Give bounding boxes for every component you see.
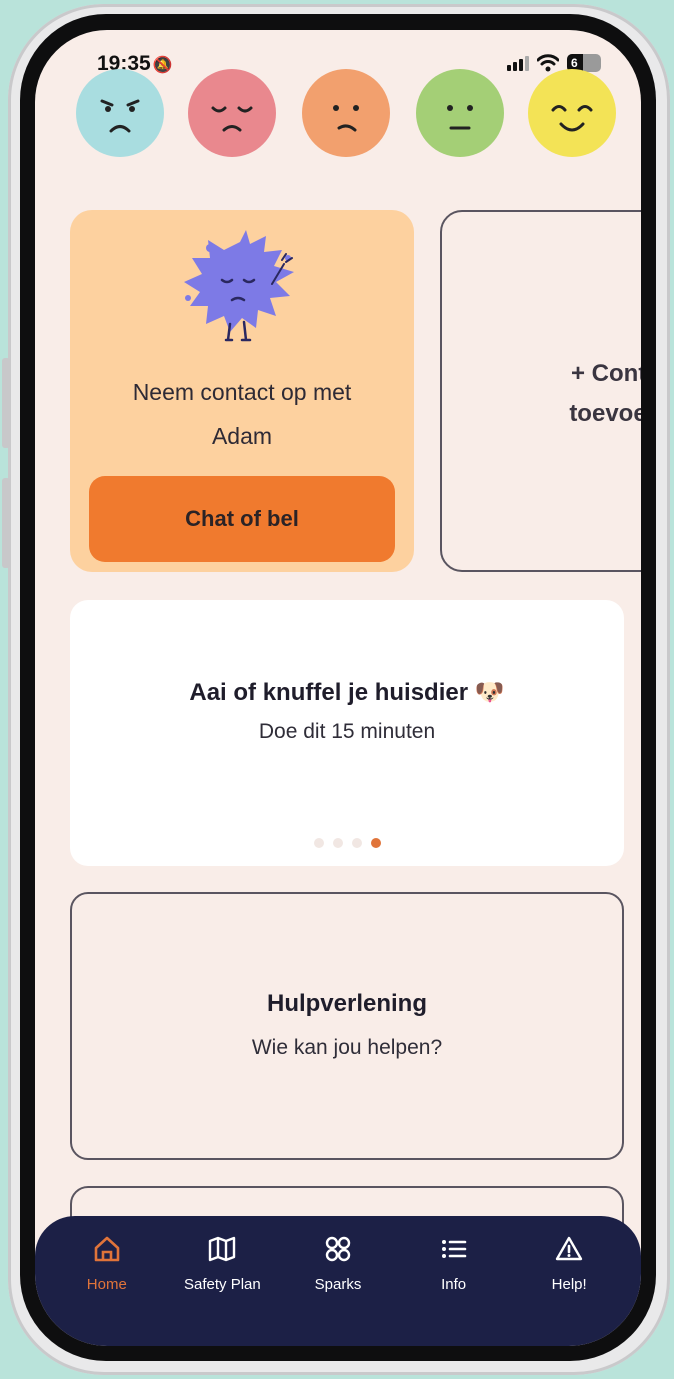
nav-safety-plan-label: Safety Plan xyxy=(184,1276,261,1293)
warning-icon xyxy=(555,1236,583,1261)
spark-card[interactable]: Aai of knuffel je huisdier 🐶 Doe dit 15 … xyxy=(70,600,624,866)
mood-neutral[interactable] xyxy=(415,68,505,158)
add-contact-line1: + Contac xyxy=(570,360,641,387)
mood-worried[interactable] xyxy=(301,68,391,158)
nav-safety-plan[interactable]: Safety Plan xyxy=(167,1234,277,1346)
volume-down-button xyxy=(2,478,10,568)
contact-prompt: Neem contact op met Adam xyxy=(70,370,414,458)
mood-face-bg xyxy=(76,69,164,157)
carousel-dot[interactable] xyxy=(332,838,343,848)
nav-sparks-label: Sparks xyxy=(314,1276,362,1293)
carousel-dot[interactable] xyxy=(370,838,381,848)
nav-sparks[interactable]: Sparks xyxy=(283,1234,393,1346)
spark-subtitle: Doe dit 15 minuten xyxy=(258,720,436,743)
help-card-subtitle: Wie kan jou helpen? xyxy=(251,1036,443,1059)
home-icon xyxy=(94,1236,120,1262)
signal-icon xyxy=(507,55,529,71)
nav-home-label: Home xyxy=(86,1276,127,1293)
carousel-dots[interactable] xyxy=(70,838,624,848)
chat-or-call-label: Chat of bel xyxy=(185,506,299,531)
contact-name: Adam xyxy=(211,423,273,449)
list-icon xyxy=(441,1240,466,1258)
nav-info-label: Info xyxy=(441,1276,467,1293)
monster-illustration xyxy=(184,230,294,342)
app-screen: 19:35 🔕 6 Neem contact op met Adam Chat … xyxy=(35,30,641,1346)
mood-happy[interactable] xyxy=(527,68,617,158)
chat-or-call-button[interactable]: Chat of bel xyxy=(89,476,395,562)
grid-icon xyxy=(325,1236,351,1262)
carousel-dot[interactable] xyxy=(313,838,324,848)
add-contact-line2: toevoege xyxy=(569,400,641,427)
nav-home[interactable]: Home xyxy=(52,1234,162,1346)
spark-title: Aai of knuffel je huisdier 🐶 xyxy=(70,678,624,707)
map-icon xyxy=(209,1236,236,1262)
mood-very-upset[interactable] xyxy=(75,68,165,158)
dog-icon: 🐶 xyxy=(474,679,505,706)
contact-card: Neem contact op met Adam Chat of bel xyxy=(70,210,414,572)
carousel-dot[interactable] xyxy=(351,838,362,848)
contact-prompt-text: Neem contact op met xyxy=(132,379,352,405)
add-contact-card[interactable]: + Contac toevoege xyxy=(440,210,641,572)
help-providers-card[interactable]: Hulpverlening Wie kan jou helpen? xyxy=(70,892,624,1160)
spark-title-text: Aai of knuffel je huisdier xyxy=(189,679,469,706)
volume-up-button xyxy=(2,358,10,448)
nav-info[interactable]: Info xyxy=(399,1234,509,1346)
bottom-navigation: Home Safety Plan Sparks Info Help! xyxy=(35,1216,641,1346)
add-contact-label: + Contac toevoege xyxy=(522,354,641,434)
nav-help-label: Help! xyxy=(551,1276,587,1293)
help-card-title: Hulpverlening xyxy=(266,990,428,1017)
nav-help[interactable]: Help! xyxy=(514,1234,624,1346)
mood-sad[interactable] xyxy=(187,68,277,158)
